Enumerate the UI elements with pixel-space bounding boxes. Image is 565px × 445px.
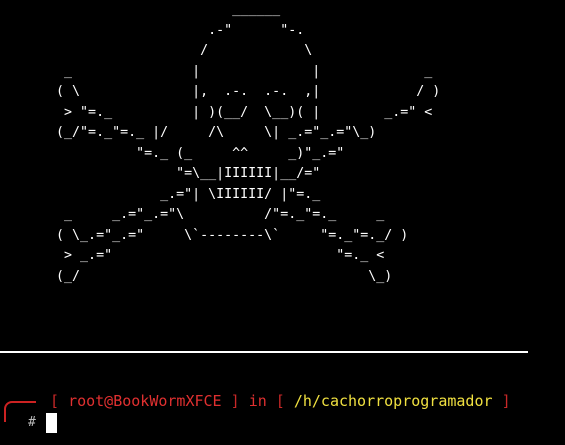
terminal-cursor xyxy=(45,413,57,433)
separator-line xyxy=(0,351,528,353)
prompt-symbol: # xyxy=(28,415,36,430)
shell-prompt: [ root@BookWormXFCE ] in [ /h/cachorropr… xyxy=(50,391,511,411)
command-input-line[interactable]: # xyxy=(28,413,57,433)
prompt-in-label: in xyxy=(248,392,267,410)
prompt-open-bracket: [ xyxy=(50,392,60,410)
prompt-path: /h/cachorroprogramador xyxy=(293,392,493,410)
prompt-path-open-bracket: [ xyxy=(275,392,285,410)
skull-crossbones-ascii-art: ______ .-" "-. / \ _ | | _ ( \ |, .-. .-… xyxy=(56,2,441,284)
prompt-user-host: root@BookWormXFCE xyxy=(68,392,222,410)
prompt-path-close-bracket: ] xyxy=(501,392,511,410)
prompt-close-bracket: ] xyxy=(230,392,240,410)
